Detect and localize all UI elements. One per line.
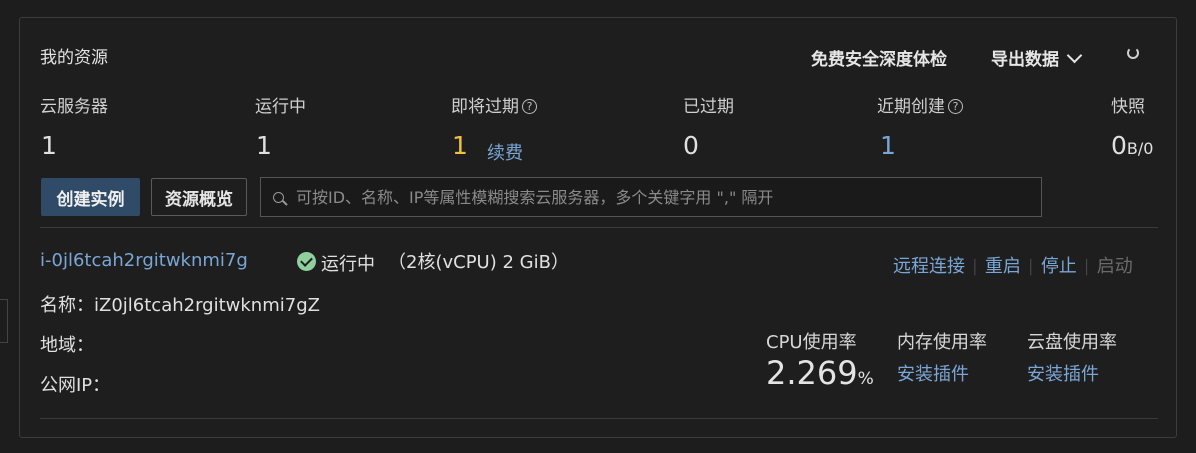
help-icon[interactable]: ? xyxy=(948,99,963,114)
stat-value-running[interactable]: 1 xyxy=(256,131,272,160)
instance-name-row: 名称：iZ0jl6tcah2rgitwknmi7gZ xyxy=(40,291,320,317)
action-bar: 远程连接 │ 重启 │ 停止 │ 启动 xyxy=(893,252,1133,278)
create-instance-button[interactable]: 创建实例 xyxy=(41,178,140,216)
resource-overview-button[interactable]: 资源概览 xyxy=(151,178,247,216)
cpu-usage-number: 2.269 xyxy=(766,354,858,392)
action-separator: │ xyxy=(1082,260,1091,276)
search-icon xyxy=(273,191,284,203)
cpu-usage-unit: % xyxy=(857,369,874,389)
remote-connect-button[interactable]: 远程连接 xyxy=(893,256,965,277)
search-box[interactable] xyxy=(260,177,1042,217)
snapshot-size: 0 xyxy=(1111,131,1127,160)
stat-label-recent-text: 近期创建 xyxy=(877,97,945,117)
stop-button[interactable]: 停止 xyxy=(1041,256,1077,277)
check-circle-icon xyxy=(297,252,316,271)
disk-install-plugin-link[interactable]: 安装插件 xyxy=(1027,360,1099,386)
public-ip-label: 公网IP： xyxy=(40,375,111,396)
my-resources-panel: 我的资源 免费安全深度体检 导出数据 云服务器 1 运行中 1 即将过期? 1 … xyxy=(19,17,1177,438)
stat-label-running: 运行中 xyxy=(255,97,306,117)
start-button: 启动 xyxy=(1096,256,1133,277)
divider xyxy=(40,418,1158,419)
instance-name-label: 名称： xyxy=(40,295,94,316)
memory-usage-label: 内存使用率 xyxy=(897,332,987,353)
stat-value-recent[interactable]: 1 xyxy=(880,131,896,160)
action-separator: │ xyxy=(970,260,980,276)
stat-value-expired[interactable]: 0 xyxy=(683,131,699,160)
stat-label-recent: 近期创建? xyxy=(877,92,963,117)
side-collapse-handle[interactable] xyxy=(0,299,8,343)
export-data-dropdown[interactable]: 导出数据 xyxy=(991,45,1083,70)
stat-label-snapshot: 快照 xyxy=(1111,97,1145,117)
help-icon[interactable]: ? xyxy=(522,99,537,114)
action-separator: │ xyxy=(1026,260,1036,276)
stat-value-servers[interactable]: 1 xyxy=(41,131,57,160)
instance-status: 运行中 xyxy=(321,254,375,275)
stat-label-expiring-text: 即将过期 xyxy=(451,97,519,117)
stat-label-expiring: 即将过期? xyxy=(451,92,537,117)
cpu-usage-value: 2.269% xyxy=(766,354,874,392)
region-label: 地域： xyxy=(40,335,94,356)
instance-name-value: iZ0jl6tcah2rgitwknmi7gZ xyxy=(94,295,320,316)
renew-link[interactable]: 续费 xyxy=(487,139,523,165)
search-input[interactable] xyxy=(294,186,1038,208)
chevron-down-icon xyxy=(1066,47,1083,64)
instance-id-link[interactable]: i-0jl6tcah2rgitwknmi7g xyxy=(40,250,248,271)
security-check-link[interactable]: 免费安全深度体检 xyxy=(811,45,947,70)
snapshot-unit: B/0 xyxy=(1126,139,1154,158)
export-data-label: 导出数据 xyxy=(991,50,1059,70)
cpu-usage-label: CPU使用率 xyxy=(766,332,857,353)
divider xyxy=(40,227,1158,228)
stat-label-servers: 云服务器 xyxy=(40,97,108,117)
stat-value-snapshot[interactable]: 0B/0 xyxy=(1111,131,1153,160)
disk-usage-label: 云盘使用率 xyxy=(1027,332,1117,353)
restart-button[interactable]: 重启 xyxy=(985,256,1021,277)
stat-value-expiring[interactable]: 1 xyxy=(452,131,468,160)
stat-label-expired: 已过期 xyxy=(683,97,734,117)
panel-title: 我的资源 xyxy=(40,48,108,68)
instance-spec: （2核(vCPU) 2 GiB） xyxy=(388,252,569,273)
memory-install-plugin-link[interactable]: 安装插件 xyxy=(897,360,969,386)
refresh-icon[interactable] xyxy=(1127,47,1139,59)
